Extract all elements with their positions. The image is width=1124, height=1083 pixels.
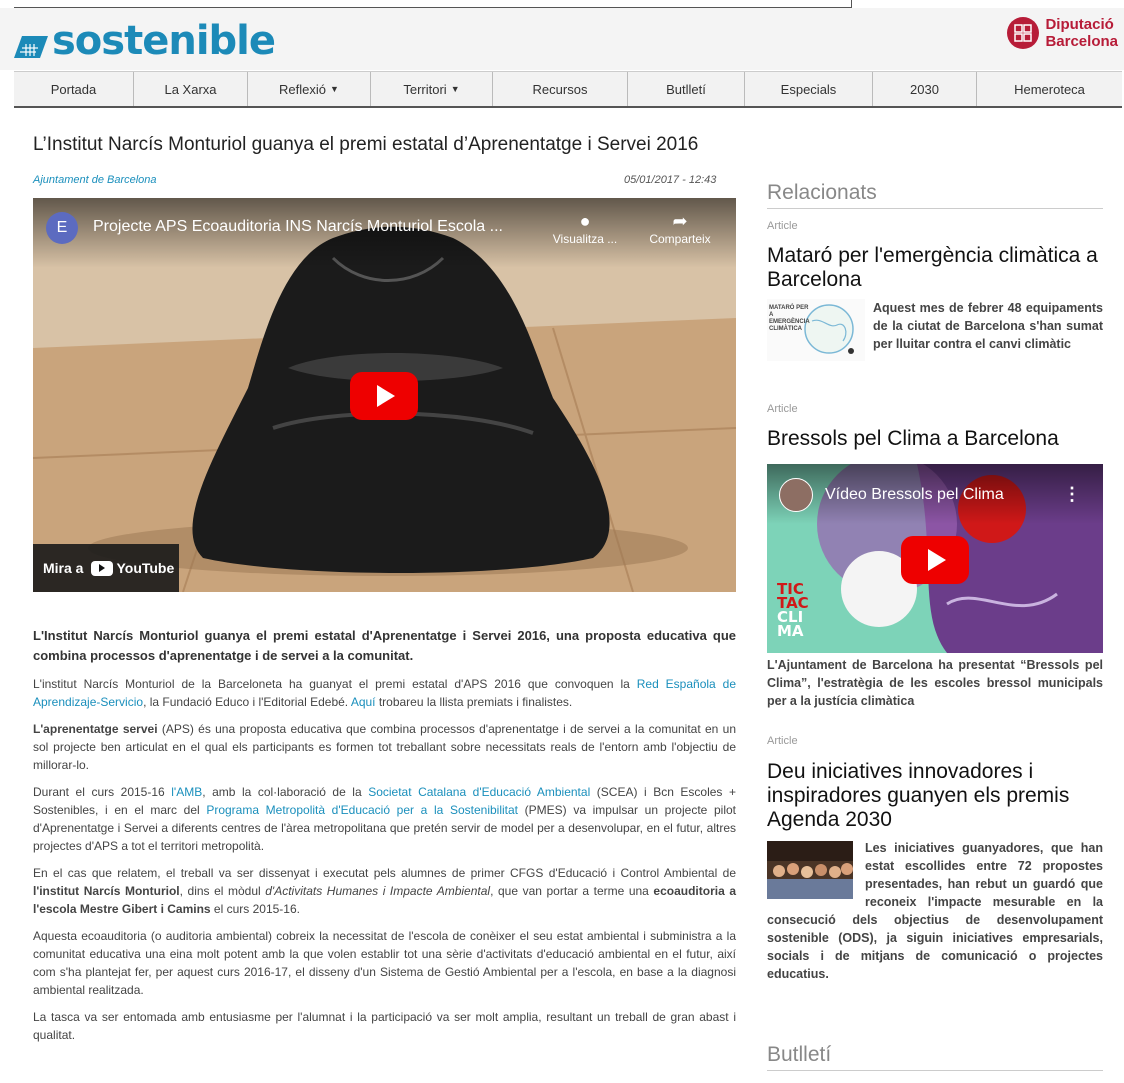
newsletter-heading: Butlletí <box>767 1043 1103 1071</box>
watch-on-youtube-button[interactable]: Mira a YouTube <box>33 544 179 592</box>
related-video-player[interactable]: Vídeo Bressols pel Clima ⋮ TIC TAC CLI M… <box>767 464 1103 653</box>
related-item: Article Bressols pel Clima a Barcelona <box>767 403 1103 451</box>
video-title[interactable]: Vídeo Bressols pel Clima <box>825 486 1004 504</box>
nav-2030[interactable]: 2030 <box>873 72 977 106</box>
play-icon <box>377 385 395 407</box>
related-item-title[interactable]: Deu iniciatives innovadores i inspirador… <box>767 760 1103 832</box>
youtube-icon <box>91 560 114 576</box>
tic-tac-clima-logo: TIC TAC CLI MA <box>777 580 809 640</box>
article-body: L'Institut Narcís Monturiol guanya el pr… <box>33 626 736 1053</box>
article-date: 05/01/2017 - 12:43 <box>624 174 717 186</box>
watch-later-button[interactable]: ● Visualitza ... <box>545 210 625 246</box>
item-tag: Article <box>767 403 798 415</box>
related-item-thumbnail[interactable]: MATARÓ PER A EMERGÈNCIA CLIMÀTICA <box>767 299 865 361</box>
link-aqui[interactable]: Aquí <box>351 695 376 709</box>
logo-text: sostenible <box>52 18 276 64</box>
link-scea[interactable]: Societat Catalana d'Educació Ambiental <box>368 785 590 799</box>
chevron-down-icon: ▼ <box>330 84 339 94</box>
article-video-player[interactable]: E Projecte APS Ecoauditoria INS Narcís M… <box>33 198 736 592</box>
item-tag: Article <box>767 735 798 747</box>
article-paragraph: Aquesta ecoauditoria (o auditoria ambien… <box>33 929 736 997</box>
logo-mark-icon <box>14 36 48 58</box>
partner-name-line1: Diputació <box>1045 16 1114 33</box>
nav-portada[interactable]: Portada <box>14 72 134 106</box>
related-item-summary-block: L'Ajuntament de Barcelona ha presentat “… <box>767 656 1103 710</box>
nav-reflexio[interactable]: Reflexió ▼ <box>248 72 371 106</box>
link-amb[interactable]: l'AMB <box>171 785 202 799</box>
related-item-title[interactable]: Mataró per l'emergència climàtica a Barc… <box>767 244 1103 292</box>
site-logo[interactable]: sostenible <box>14 18 276 64</box>
article-paragraph: Durant el curs 2015-16 l'AMB, amb la col… <box>33 785 736 853</box>
clock-icon: ● <box>579 211 591 231</box>
related-item: Article Deu iniciatives innovadores i in… <box>767 735 1103 983</box>
article-lead: L'Institut Narcís Monturiol guanya el pr… <box>33 628 736 663</box>
related-item-thumbnail[interactable] <box>767 841 853 899</box>
article-title: L’Institut Narcís Monturiol guanya el pr… <box>33 134 699 155</box>
play-button[interactable] <box>901 536 969 584</box>
nav-la-xarxa[interactable]: La Xarxa <box>134 72 248 106</box>
top-strip <box>0 0 1124 8</box>
related-item-title[interactable]: Bressols pel Clima a Barcelona <box>767 427 1103 451</box>
article-paragraph: La tasca va ser entomada amb entusiasme … <box>33 1010 736 1042</box>
partner-name-line2: Barcelona <box>1045 33 1118 50</box>
top-divider-tick <box>851 0 852 8</box>
diputacio-seal-icon <box>1007 17 1040 49</box>
channel-avatar[interactable] <box>779 478 813 512</box>
more-options-icon[interactable]: ⋮ <box>1063 484 1081 505</box>
chevron-down-icon: ▼ <box>450 84 460 94</box>
related-item-summary: L'Ajuntament de Barcelona ha presentat “… <box>767 658 1103 708</box>
related-heading: Relacionats <box>767 181 1103 209</box>
nav-especials[interactable]: Especials <box>745 72 873 106</box>
item-tag: Article <box>767 220 798 232</box>
article-source-link[interactable]: Ajuntament de Barcelona <box>33 174 157 186</box>
related-item: Article Mataró per l'emergència climàtic… <box>767 220 1103 365</box>
nav-hemeroteca[interactable]: Hemeroteca <box>977 72 1122 106</box>
play-icon <box>928 549 946 571</box>
link-pmes[interactable]: Programa Metropolità d'Educació per a la… <box>206 803 518 817</box>
article-paragraph: L'institut Narcís Monturiol de la Barcel… <box>33 677 736 709</box>
channel-avatar[interactable]: E <box>46 212 78 244</box>
site-header: sostenible Diputació Barcelona <box>0 8 1124 70</box>
article-paragraph: L'aprenentatge servei (APS) és una propo… <box>33 722 736 772</box>
partner-logo[interactable]: Diputació Barcelona <box>1007 16 1118 50</box>
nav-recursos[interactable]: Recursos <box>493 72 628 106</box>
nav-butlleti[interactable]: Butlletí <box>628 72 745 106</box>
play-button[interactable] <box>350 372 418 420</box>
share-button[interactable]: ➦ Comparteix <box>637 210 723 246</box>
main-nav: Portada La Xarxa Reflexió ▼ Territori ▼ Re… <box>14 71 1122 108</box>
article-paragraph: En el cas que relatem, el treball va ser… <box>33 866 737 916</box>
nav-territori[interactable]: Territori ▼ <box>371 72 493 106</box>
share-arrow-icon: ➦ <box>672 211 688 231</box>
video-title[interactable]: Projecte APS Ecoauditoria INS Narcís Mon… <box>93 218 503 236</box>
thumbnail-caption: MATARÓ PER A EMERGÈNCIA CLIMÀTICA <box>769 305 810 332</box>
